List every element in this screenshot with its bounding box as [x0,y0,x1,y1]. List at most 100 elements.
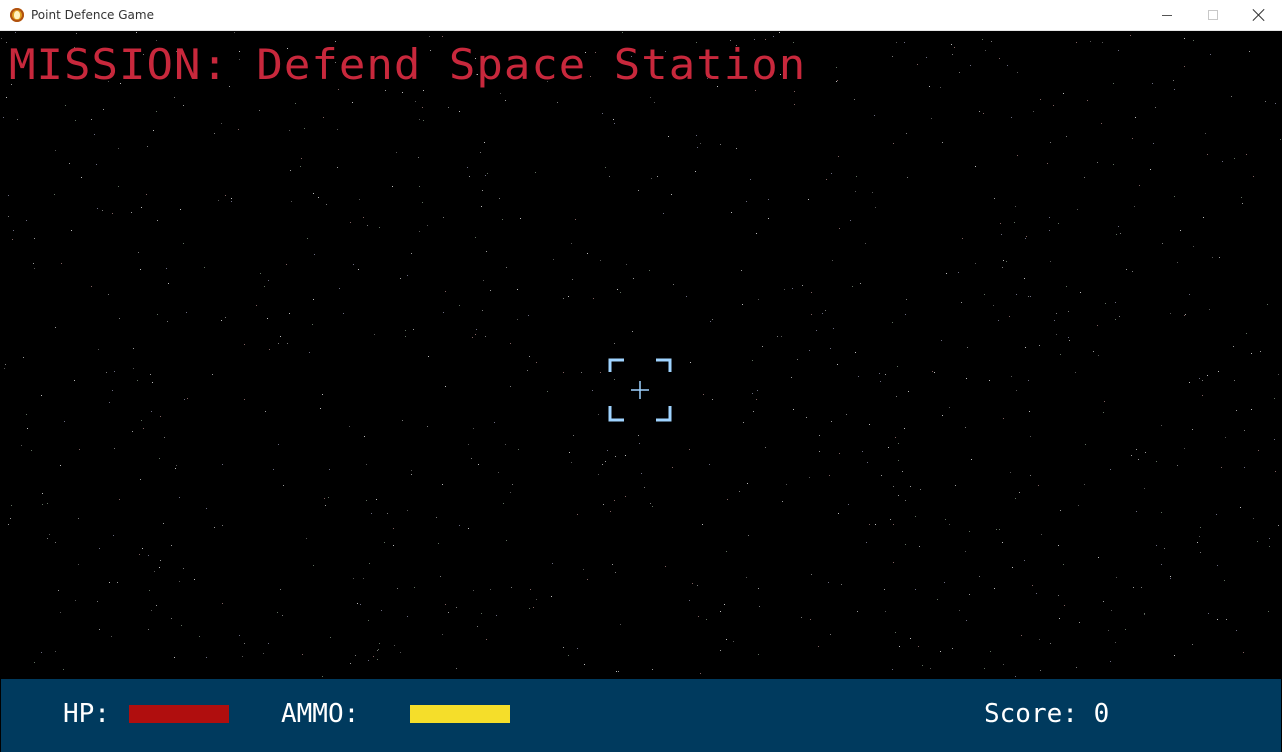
star [553,259,554,260]
star [10,518,11,519]
star [352,102,353,103]
star [758,299,759,300]
star [892,322,893,323]
star [517,289,518,290]
star [1097,162,1098,163]
star [998,320,999,321]
star [781,336,782,337]
star [8,524,9,525]
star [151,411,152,412]
game-viewport[interactable]: MISSION: Defend Space Station [1,31,1281,679]
star [496,615,497,616]
star [1098,355,1099,356]
star [836,81,837,82]
star [286,264,287,265]
star [133,348,134,349]
star [571,243,572,244]
star [503,503,504,504]
star [445,291,446,292]
star [1153,143,1154,144]
star [736,148,737,149]
star [898,443,899,444]
maximize-icon [1208,10,1218,20]
star [572,279,573,280]
star [1253,518,1254,519]
star [490,589,491,590]
star [339,288,340,289]
star [1240,507,1241,508]
star [536,599,537,600]
star [1058,545,1059,546]
star [1077,209,1078,210]
star [765,39,766,40]
star [141,207,142,208]
score-label: Score: [984,699,1094,729]
star [614,343,615,344]
star [1133,587,1134,588]
star [1233,346,1234,347]
star [650,97,651,98]
star [756,399,757,400]
star [1200,527,1201,528]
star [505,100,506,101]
star [429,36,430,37]
maximize-button[interactable] [1190,0,1236,30]
star [975,166,976,167]
star [563,647,564,648]
star [443,217,444,218]
star [234,32,235,33]
star [571,462,572,463]
star [808,199,809,200]
star [1156,545,1157,546]
star [280,336,281,337]
star [467,167,468,168]
star [1253,176,1254,177]
ammo-bar-fill [410,705,510,723]
star [837,364,838,365]
star [377,659,378,660]
star [1161,512,1162,513]
star [184,399,185,400]
star [300,166,301,167]
star [476,329,477,330]
star [1063,564,1064,565]
star [673,284,674,285]
star [750,179,751,180]
star [1087,100,1088,101]
star [1041,534,1042,535]
star [1203,217,1204,218]
star [855,352,856,353]
star [724,604,725,605]
minimize-button[interactable] [1144,0,1190,30]
star [238,129,239,130]
star [156,111,157,112]
star [377,650,378,651]
star [353,264,354,265]
star [379,227,380,228]
close-button[interactable] [1236,0,1282,30]
star [568,296,569,297]
star [899,646,900,647]
star [1002,542,1003,543]
star [1226,619,1227,620]
star [1225,437,1226,438]
window-titlebar[interactable]: Point Defence Game [0,0,1282,31]
star [133,368,134,369]
star [1150,169,1151,170]
star [103,109,104,110]
star [706,619,707,620]
star [63,669,64,670]
star [902,471,903,472]
star [1231,96,1232,97]
star [825,310,826,311]
ammo-label: AMMO: [281,699,360,729]
star [440,576,441,577]
star [99,548,100,549]
star [368,660,369,661]
star [915,589,916,590]
star [1113,164,1114,165]
star [892,56,893,57]
star [1192,429,1193,430]
star [860,283,861,284]
star [477,626,478,627]
